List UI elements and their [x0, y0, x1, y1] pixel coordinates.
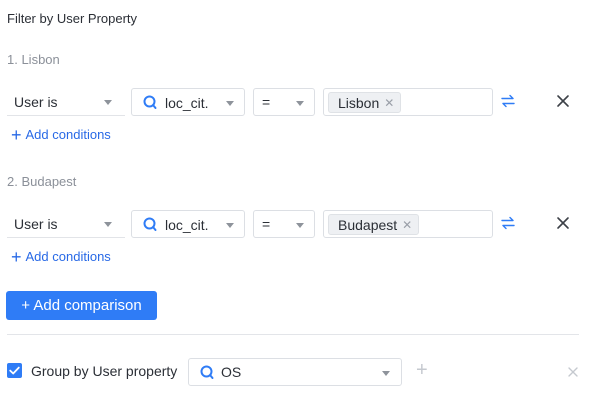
- search-property-icon: [200, 365, 214, 379]
- swap-icon[interactable]: [501, 94, 515, 108]
- add-group-plus-icon[interactable]: +: [416, 360, 428, 380]
- value-tag-label: Lisbon: [338, 94, 380, 111]
- value-input[interactable]: Lisbon ✕: [323, 88, 493, 116]
- chevron-down-icon: [296, 223, 304, 228]
- swap-icon[interactable]: [501, 216, 515, 230]
- close-icon[interactable]: [556, 216, 570, 230]
- subject-label: User is: [14, 94, 58, 110]
- chevron-down-icon: [104, 222, 112, 227]
- operator-select[interactable]: =: [253, 88, 315, 116]
- value-input[interactable]: Budapest ✕: [323, 210, 493, 238]
- value-tag: Lisbon ✕: [328, 92, 402, 113]
- group-heading: 2. Budapest: [7, 174, 77, 189]
- group-heading: 1. Lisbon: [7, 52, 60, 67]
- filter-row: User is loc_cit. = Lisbon ✕: [7, 88, 597, 116]
- operator-select[interactable]: =: [253, 210, 315, 238]
- value-tag-label: Budapest: [338, 216, 398, 233]
- plus-icon: +: [11, 124, 22, 145]
- add-comparison-button[interactable]: + Add comparison: [6, 291, 157, 320]
- chevron-down-icon: [104, 100, 112, 105]
- divider: [7, 334, 579, 335]
- group-property-value: OS: [221, 364, 242, 380]
- group-by-label: Group by User property: [31, 363, 178, 379]
- property-value: loc_cit.: [165, 217, 209, 233]
- subject-select[interactable]: User is: [7, 210, 125, 238]
- property-value: loc_cit.: [165, 95, 209, 111]
- chevron-down-icon: [296, 101, 304, 106]
- group-by-checkbox[interactable]: [7, 363, 22, 378]
- add-conditions-button[interactable]: + Add conditions: [11, 246, 111, 267]
- group-property-select[interactable]: OS: [188, 358, 402, 386]
- operator-value: =: [262, 216, 271, 232]
- panel-title: Filter by User Property: [7, 11, 138, 26]
- close-icon[interactable]: [567, 366, 579, 378]
- group-by-row: Group by User property OS +: [7, 358, 597, 386]
- add-conditions-button[interactable]: + Add conditions: [11, 124, 111, 145]
- add-conditions-label: Add conditions: [25, 249, 111, 264]
- operator-value: =: [262, 94, 271, 110]
- value-tag: Budapest ✕: [328, 214, 420, 235]
- property-select[interactable]: loc_cit.: [131, 210, 245, 238]
- add-conditions-label: Add conditions: [25, 127, 111, 142]
- search-property-icon: [143, 95, 157, 109]
- plus-icon: +: [11, 246, 22, 267]
- subject-label: User is: [14, 216, 58, 232]
- chevron-down-icon: [226, 101, 234, 106]
- checkmark-icon: [9, 366, 20, 375]
- search-property-icon: [143, 217, 157, 231]
- tag-close-icon[interactable]: ✕: [384, 97, 394, 109]
- chevron-down-icon: [226, 223, 234, 228]
- close-icon[interactable]: [556, 94, 570, 108]
- tag-close-icon[interactable]: ✕: [402, 219, 412, 231]
- property-select[interactable]: loc_cit.: [131, 88, 245, 116]
- subject-select[interactable]: User is: [7, 88, 125, 116]
- chevron-down-icon: [382, 371, 390, 376]
- filter-row: User is loc_cit. = Budapest ✕: [7, 210, 597, 238]
